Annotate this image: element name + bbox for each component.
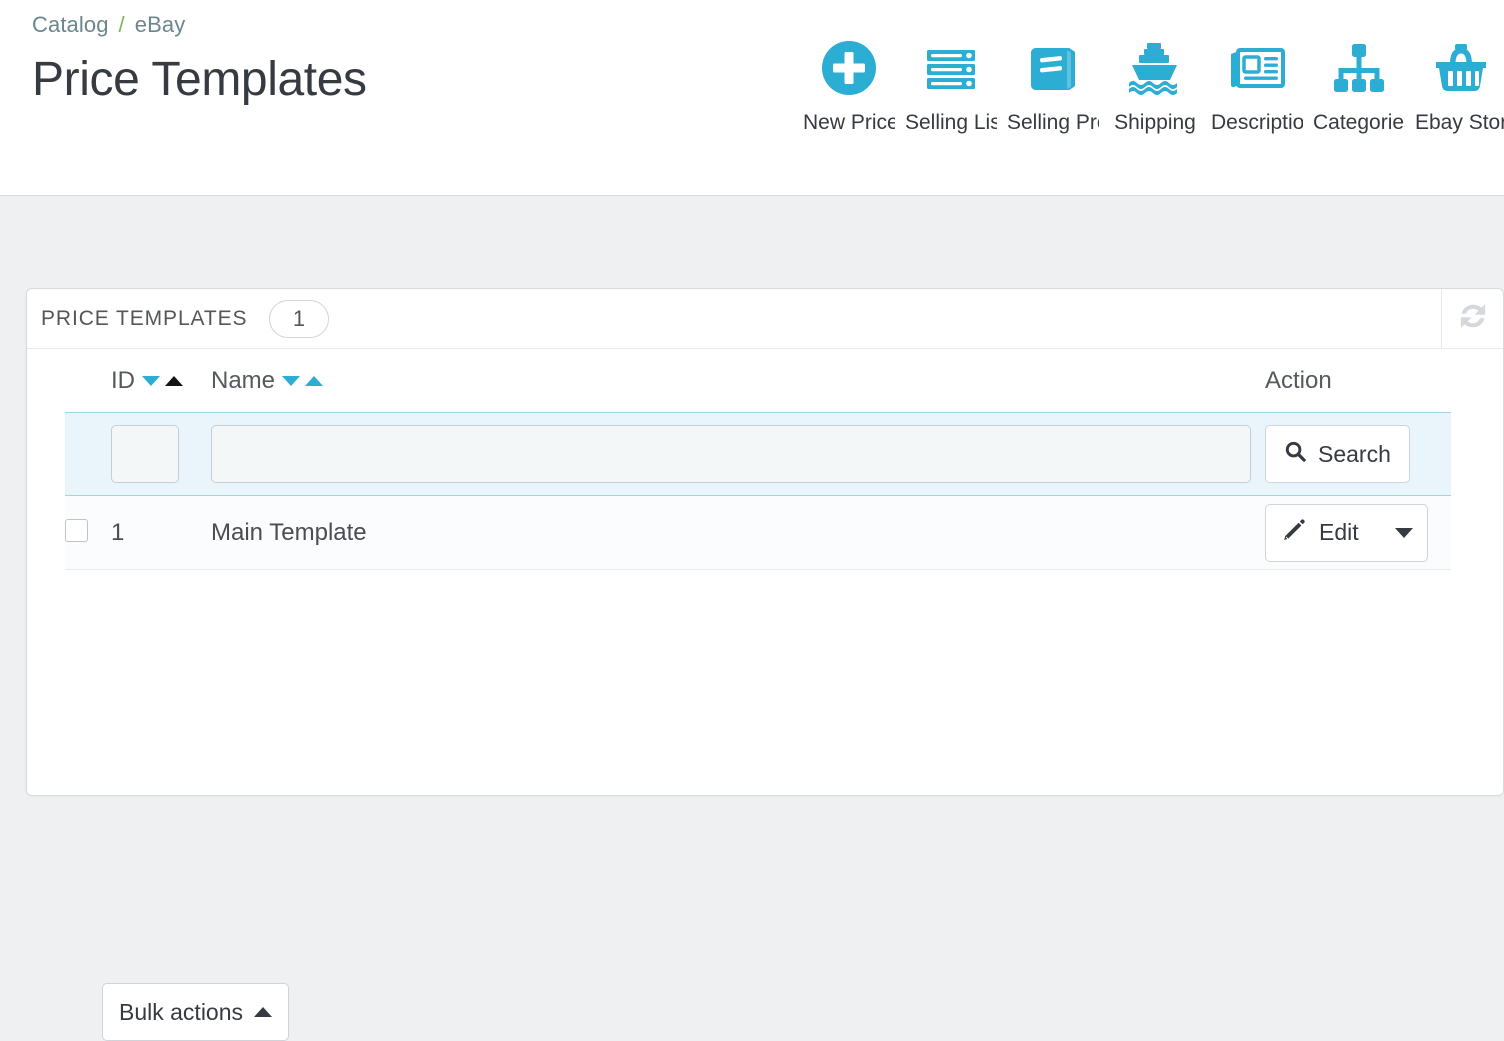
toolbar-label: Shipping xyxy=(1114,111,1196,134)
breadcrumb-item-ebay[interactable]: eBay xyxy=(135,12,186,37)
panel-title: PRICE TEMPLATES xyxy=(41,307,248,330)
toolbar-item-selling-lists[interactable]: Selling Lists xyxy=(900,36,1002,135)
breadcrumb-item-catalog[interactable]: Catalog xyxy=(32,12,109,37)
toolbar-item-shipping[interactable]: Shipping xyxy=(1104,36,1206,135)
toolbar-label: Selling Profiles xyxy=(1007,111,1099,134)
header-cell-name: Name xyxy=(211,367,1265,395)
basket-icon xyxy=(1431,36,1491,100)
row-cell-name: Main Template xyxy=(211,519,1265,547)
pencil-icon xyxy=(1282,518,1306,548)
refresh-button[interactable] xyxy=(1441,289,1503,348)
sort-desc-icon-id[interactable] xyxy=(142,376,160,386)
page-title: Price Templates xyxy=(32,53,367,106)
row-cell-checkbox xyxy=(65,518,111,547)
row-select-checkbox[interactable] xyxy=(65,518,88,542)
filter-cell-id xyxy=(111,425,211,483)
sort-asc-icon-name[interactable] xyxy=(305,376,324,386)
toolbar-item-categories[interactable]: Categories xyxy=(1308,36,1410,135)
toolbar: New Price Template xyxy=(798,36,1504,156)
table-header-row: ID Name Action xyxy=(65,350,1451,412)
filter-input-name[interactable] xyxy=(211,425,1251,483)
sort-controls-name xyxy=(282,376,324,386)
header-cell-action: Action xyxy=(1265,367,1451,395)
panel-header: PRICE TEMPLATES 1 xyxy=(27,289,1503,349)
ship-icon xyxy=(1125,36,1185,100)
book-icon xyxy=(1023,36,1083,100)
toolbar-label: Ebay Store xyxy=(1415,111,1504,134)
breadcrumb: Catalog / eBay xyxy=(32,12,185,38)
breadcrumb-separator: / xyxy=(118,12,125,37)
chevron-up-icon xyxy=(254,1007,273,1017)
filter-input-id[interactable] xyxy=(111,425,179,483)
row-value-id: 1 xyxy=(111,518,125,546)
row-cell-id: 1 xyxy=(111,519,211,547)
header-label-action: Action xyxy=(1265,367,1332,394)
edit-button[interactable]: Edit xyxy=(1265,503,1428,562)
newspaper-icon xyxy=(1227,36,1287,100)
header-label-id: ID xyxy=(111,367,135,394)
search-button-label: Search xyxy=(1318,440,1391,467)
toolbar-item-new-price-template[interactable]: New Price Template xyxy=(798,36,900,135)
toolbar-label: Description xyxy=(1211,111,1303,134)
search-button[interactable]: Search xyxy=(1265,425,1410,483)
plus-circle-icon xyxy=(819,36,879,100)
toolbar-item-description[interactable]: Description xyxy=(1206,36,1308,135)
header-cell-id: ID xyxy=(111,367,211,395)
refresh-sync-icon xyxy=(1458,301,1488,336)
panel-count-badge: 1 xyxy=(269,300,329,338)
row-cell-action: Edit xyxy=(1265,503,1451,562)
chevron-down-icon[interactable] xyxy=(1394,527,1413,538)
toolbar-label: Selling Lists xyxy=(905,111,997,134)
toolbar-item-selling-profiles[interactable]: Selling Profiles xyxy=(1002,36,1104,135)
bulk-actions-button[interactable]: Bulk actions xyxy=(102,983,290,1041)
toolbar-item-ebay-store[interactable]: Ebay Store xyxy=(1410,36,1504,135)
header-label-name: Name xyxy=(211,367,276,394)
filter-cell-name xyxy=(211,425,1265,483)
sort-desc-icon-name[interactable] xyxy=(282,376,301,386)
edit-button-label: Edit xyxy=(1319,519,1359,545)
toolbar-label: Categories xyxy=(1313,111,1405,134)
row-value-name: Main Template xyxy=(211,518,367,546)
page-header: Catalog / eBay Price Templates New Price T… xyxy=(0,0,1504,196)
table-row[interactable]: 1 Main Template Edit xyxy=(65,496,1451,570)
price-templates-panel: PRICE TEMPLATES 1 ID Name Action Search … xyxy=(26,288,1504,1041)
sort-controls-id xyxy=(142,376,183,386)
sort-asc-icon-id[interactable] xyxy=(165,376,183,386)
bulk-actions-label: Bulk actions xyxy=(119,998,244,1025)
magnifier-icon xyxy=(1284,440,1307,469)
table-filter-row: Search xyxy=(65,412,1451,496)
toolbar-label: New Price Template xyxy=(803,111,895,134)
filter-cell-action: Search xyxy=(1265,425,1451,483)
bulk-actions-zone: Bulk actions xyxy=(102,983,290,1041)
server-list-icon xyxy=(921,36,981,100)
sitemap-icon xyxy=(1329,36,1389,100)
price-templates-table: ID Name Action Search 1 Main Template Ed… xyxy=(65,350,1451,570)
